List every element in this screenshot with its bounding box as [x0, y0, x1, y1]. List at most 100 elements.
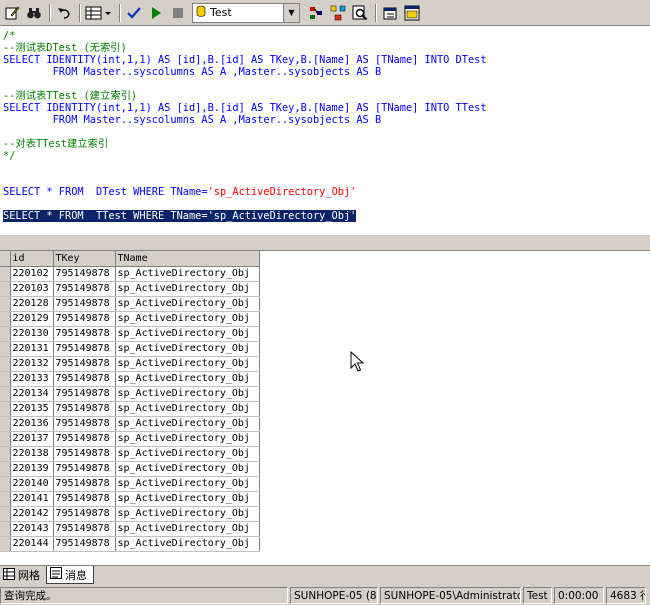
cell-tname[interactable]: sp_ActiveDirectory_Obj — [115, 356, 260, 372]
cell-tkey[interactable]: 795149878 — [53, 491, 116, 507]
row-header[interactable] — [0, 371, 11, 387]
cell-tkey[interactable]: 795149878 — [53, 401, 116, 417]
column-header-tname[interactable]: TName — [115, 251, 260, 267]
cell-tkey[interactable]: 795149878 — [53, 446, 116, 462]
undo-icon[interactable] — [54, 3, 74, 23]
execute-icon[interactable] — [146, 3, 166, 23]
cell-tkey[interactable]: 795149878 — [53, 296, 116, 312]
table-row[interactable]: 220135 795149878 sp_ActiveDirectory_Obj — [0, 401, 260, 417]
row-header[interactable] — [0, 401, 11, 417]
row-header-corner[interactable] — [0, 251, 11, 267]
cell-tkey[interactable]: 795149878 — [53, 266, 116, 282]
edit-icon[interactable] — [2, 3, 22, 23]
cell-tname[interactable]: sp_ActiveDirectory_Obj — [115, 446, 260, 462]
cell-id[interactable]: 220128 — [10, 296, 54, 312]
row-header[interactable] — [0, 416, 11, 432]
cell-id[interactable]: 220102 — [10, 266, 54, 282]
cell-tname[interactable]: sp_ActiveDirectory_Obj — [115, 371, 260, 387]
cell-tkey[interactable]: 795149878 — [53, 386, 116, 402]
cell-tname[interactable]: sp_ActiveDirectory_Obj — [115, 536, 260, 552]
cell-id[interactable]: 220133 — [10, 371, 54, 387]
table-row[interactable]: 220143 795149878 sp_ActiveDirectory_Obj — [0, 521, 260, 537]
query-editor[interactable]: /* --测试表DTest (无索引) SELECT IDENTITY(int,1,… — [0, 26, 650, 234]
cell-tname[interactable]: sp_ActiveDirectory_Obj — [115, 311, 260, 327]
cell-tname[interactable]: sp_ActiveDirectory_Obj — [115, 326, 260, 342]
cell-tname[interactable]: sp_ActiveDirectory_Obj — [115, 386, 260, 402]
stop-icon[interactable] — [168, 3, 188, 23]
cell-tkey[interactable]: 795149878 — [53, 431, 116, 447]
table-row[interactable]: 220131 795149878 sp_ActiveDirectory_Obj — [0, 341, 260, 357]
cell-tkey[interactable]: 795149878 — [53, 356, 116, 372]
table-row[interactable]: 220132 795149878 sp_ActiveDirectory_Obj — [0, 356, 260, 372]
cell-tkey[interactable]: 795149878 — [53, 461, 116, 477]
properties-icon[interactable] — [380, 3, 400, 23]
row-header[interactable] — [0, 341, 11, 357]
row-header[interactable] — [0, 296, 11, 312]
cell-id[interactable]: 220144 — [10, 536, 54, 552]
cell-tkey[interactable]: 795149878 — [53, 281, 116, 297]
cell-id[interactable]: 220132 — [10, 356, 54, 372]
cell-tname[interactable]: sp_ActiveDirectory_Obj — [115, 296, 260, 312]
table-row[interactable]: 220133 795149878 sp_ActiveDirectory_Obj — [0, 371, 260, 387]
cell-tname[interactable]: sp_ActiveDirectory_Obj — [115, 431, 260, 447]
cell-id[interactable]: 220141 — [10, 491, 54, 507]
table-row[interactable]: 220138 795149878 sp_ActiveDirectory_Obj — [0, 446, 260, 462]
results-grid[interactable]: id TKey TName 220102 795149878 sp_ActiveDi… — [0, 251, 650, 565]
cell-id[interactable]: 220142 — [10, 506, 54, 522]
column-header-tkey[interactable]: TKey — [53, 251, 116, 267]
table-row[interactable]: 220139 795149878 sp_ActiveDirectory_Obj — [0, 461, 260, 477]
table-row[interactable]: 220136 795149878 sp_ActiveDirectory_Obj — [0, 416, 260, 432]
database-select[interactable]: Test ▼ — [192, 2, 300, 23]
row-header[interactable] — [0, 506, 11, 522]
cell-tname[interactable]: sp_ActiveDirectory_Obj — [115, 401, 260, 417]
table-row[interactable]: 220141 795149878 sp_ActiveDirectory_Obj — [0, 491, 260, 507]
cell-id[interactable]: 220140 — [10, 476, 54, 492]
cell-tname[interactable]: sp_ActiveDirectory_Obj — [115, 521, 260, 537]
column-header-id[interactable]: id — [10, 251, 54, 267]
table-row[interactable]: 220144 795149878 sp_ActiveDirectory_Obj — [0, 536, 260, 552]
cell-tkey[interactable]: 795149878 — [53, 506, 116, 522]
search-icon[interactable] — [350, 3, 370, 23]
tab-grid[interactable]: 网格 — [0, 566, 46, 584]
cell-id[interactable]: 220134 — [10, 386, 54, 402]
binoculars-icon[interactable] — [24, 3, 44, 23]
cell-tname[interactable]: sp_ActiveDirectory_Obj — [115, 461, 260, 477]
object-browser-icon[interactable] — [306, 3, 326, 23]
cell-tname[interactable]: sp_ActiveDirectory_Obj — [115, 416, 260, 432]
table-row[interactable]: 220103 795149878 sp_ActiveDirectory_Obj — [0, 281, 260, 297]
row-header[interactable] — [0, 281, 11, 297]
cell-tname[interactable]: sp_ActiveDirectory_Obj — [115, 506, 260, 522]
row-header[interactable] — [0, 521, 11, 537]
grid-results-icon[interactable] — [84, 3, 114, 23]
table-row[interactable]: 220128 795149878 sp_ActiveDirectory_Obj — [0, 296, 260, 312]
table-row[interactable]: 220130 795149878 sp_ActiveDirectory_Obj — [0, 326, 260, 342]
row-header[interactable] — [0, 491, 11, 507]
table-row[interactable]: 220140 795149878 sp_ActiveDirectory_Obj — [0, 476, 260, 492]
cell-tname[interactable]: sp_ActiveDirectory_Obj — [115, 281, 260, 297]
cell-tname[interactable]: sp_ActiveDirectory_Obj — [115, 491, 260, 507]
cell-id[interactable]: 220130 — [10, 326, 54, 342]
cell-tkey[interactable]: 795149878 — [53, 476, 116, 492]
table-row[interactable]: 220137 795149878 sp_ActiveDirectory_Obj — [0, 431, 260, 447]
row-header[interactable] — [0, 356, 11, 372]
cell-tkey[interactable]: 795149878 — [53, 341, 116, 357]
cell-id[interactable]: 220138 — [10, 446, 54, 462]
cell-tkey[interactable]: 795149878 — [53, 371, 116, 387]
row-header[interactable] — [0, 326, 11, 342]
cell-id[interactable]: 220139 — [10, 461, 54, 477]
table-row[interactable]: 220134 795149878 sp_ActiveDirectory_Obj — [0, 386, 260, 402]
row-header[interactable] — [0, 311, 11, 327]
table-row[interactable]: 220142 795149878 sp_ActiveDirectory_Obj — [0, 506, 260, 522]
cell-tname[interactable]: sp_ActiveDirectory_Obj — [115, 341, 260, 357]
table-row[interactable]: 220102 795149878 sp_ActiveDirectory_Obj — [0, 266, 260, 282]
cell-tkey[interactable]: 795149878 — [53, 326, 116, 342]
row-header[interactable] — [0, 461, 11, 477]
cell-id[interactable]: 220135 — [10, 401, 54, 417]
query-plan-icon[interactable] — [328, 3, 348, 23]
results-pane-icon[interactable] — [402, 3, 422, 23]
tab-messages[interactable]: 消息 — [46, 566, 94, 584]
row-header[interactable] — [0, 536, 11, 552]
row-header[interactable] — [0, 431, 11, 447]
row-header[interactable] — [0, 446, 11, 462]
cell-tname[interactable]: sp_ActiveDirectory_Obj — [115, 476, 260, 492]
